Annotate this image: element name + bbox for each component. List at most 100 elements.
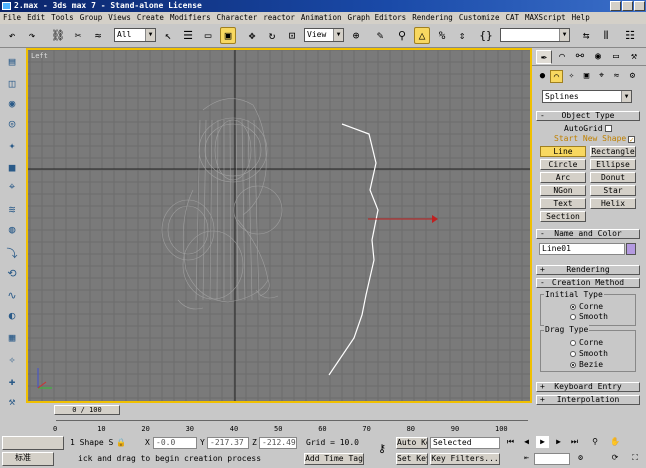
menu-group[interactable]: Group (77, 12, 106, 24)
light-icon[interactable]: ✦ (3, 136, 21, 154)
object-type-rollout[interactable]: - Object Type (536, 111, 640, 121)
helpers-icon[interactable]: ⌖ (595, 70, 608, 83)
close-button[interactable] (634, 1, 645, 11)
minimize-button[interactable] (610, 1, 621, 11)
object-type-rectangle-button[interactable]: Rectangle (590, 146, 636, 157)
angle-snap-icon[interactable]: △ (414, 27, 430, 44)
redo-icon[interactable]: ↷ (24, 27, 40, 44)
menu-rendering[interactable]: Rendering (409, 12, 456, 24)
z-coordinate-field[interactable]: -212.498 (259, 437, 297, 449)
ime-indicator[interactable]: 标准 (2, 452, 54, 466)
percent-snap-icon[interactable]: % (434, 27, 450, 44)
selected-dropdown[interactable]: Selected (430, 437, 500, 449)
maximize-viewport-icon[interactable]: ⛶ (626, 452, 644, 464)
reactor-icon[interactable]: ✚ (3, 372, 21, 390)
cylinder-icon[interactable]: ◎ (3, 114, 21, 132)
name-and-color-rollout[interactable]: - Name and Color (536, 229, 640, 239)
menu-customize[interactable]: Customize (456, 12, 503, 24)
pan-icon[interactable]: ✋ (606, 436, 624, 448)
utilities-tab-icon[interactable]: ⚒ (626, 50, 642, 64)
menu-cat[interactable]: CAT (502, 12, 522, 24)
key-mode-toggle-icon[interactable]: ⇤ (520, 452, 533, 464)
viewport-label[interactable]: Left (31, 52, 48, 60)
render-icon[interactable]: ▦ (3, 328, 21, 346)
box-icon[interactable]: ◫ (3, 74, 21, 92)
edit-named-selection-icon[interactable]: {} (478, 27, 494, 44)
modify-tab-icon[interactable]: ⌒ (554, 50, 570, 64)
menu-modifiers[interactable]: Modifiers (167, 12, 214, 24)
orbit-icon[interactable]: ⟳ (606, 452, 624, 464)
x-coordinate-field[interactable]: -0.0 (153, 437, 197, 449)
object-type-line-button[interactable]: Line (540, 146, 586, 157)
unlink-icon[interactable]: ✂ (70, 27, 86, 44)
previous-frame-icon[interactable]: ◀ (520, 436, 533, 448)
mirror-icon[interactable]: ⇆ (578, 27, 594, 44)
object-color-swatch[interactable] (626, 243, 636, 255)
object-type-ellipse-button[interactable]: Ellipse (590, 159, 636, 170)
play-icon[interactable]: ▶ (536, 436, 549, 448)
object-type-star-button[interactable]: Star (590, 185, 636, 196)
select-and-link-icon[interactable]: ⛓ (50, 27, 66, 44)
sphere-icon[interactable]: ◉ (3, 94, 21, 112)
shapes-icon[interactable]: ⌒ (550, 70, 563, 83)
select-and-rotate-icon[interactable]: ↻ (264, 27, 280, 44)
y-coordinate-field[interactable]: -217.37 (207, 437, 249, 449)
motion-tab-icon[interactable]: ◉ (590, 50, 606, 64)
menu-character[interactable]: Character (214, 12, 261, 24)
menu-graph-editors[interactable]: Graph Editors (344, 12, 409, 24)
systems-icon[interactable]: ⚙ (626, 70, 639, 83)
named-selection-dropdown[interactable]: ▼ (500, 28, 570, 42)
drag-corner-radio[interactable]: Corne (570, 338, 603, 347)
lock-selection-icon[interactable]: 🔒 (116, 436, 126, 448)
align-icon[interactable]: ⫴ (598, 27, 614, 44)
drag-bezier-radio[interactable]: Bezie (570, 360, 603, 369)
bind-space-warp-icon[interactable]: ≈ (90, 27, 106, 44)
track-bar[interactable]: 0 10 20 30 40 50 60 70 80 90 100 (26, 416, 532, 434)
menu-views[interactable]: Views (105, 12, 134, 24)
zoom-icon[interactable]: ⚲ (586, 436, 604, 448)
select-and-manipulate-icon[interactable]: ✎ (372, 27, 388, 44)
maximize-button[interactable] (622, 1, 633, 11)
selection-filter-dropdown[interactable]: All ▼ (114, 28, 156, 42)
geometry-icon[interactable]: ● (536, 70, 549, 83)
rectangular-selection-icon[interactable]: ▭ (200, 27, 216, 44)
menu-maxscript[interactable]: MAXScript (522, 12, 569, 24)
category-dropdown[interactable]: Splines ▼ (542, 90, 632, 103)
undo-icon[interactable]: ↶ (4, 27, 20, 44)
object-type-arc-button[interactable]: Arc (540, 172, 586, 183)
keyboard-entry-rollout[interactable]: + Keyboard Entry (536, 382, 640, 392)
material-icon[interactable]: ◐ (3, 306, 21, 324)
select-and-scale-icon[interactable]: ⊡ (284, 27, 300, 44)
create-tab-icon[interactable]: ✒ (536, 50, 552, 64)
autogrid-checkbox[interactable]: AutoGrid (564, 124, 612, 133)
initial-corner-radio[interactable]: Corne (570, 302, 603, 311)
plane-icon[interactable]: ▤ (3, 52, 21, 70)
rendering-rollout[interactable]: + Rendering (536, 265, 640, 275)
wrench-icon[interactable]: ⚒ (3, 392, 21, 410)
select-by-name-icon[interactable]: ☰ (180, 27, 196, 44)
object-type-ngon-button[interactable]: NGon (540, 185, 586, 196)
select-and-move-icon[interactable]: ✥ (244, 27, 260, 44)
twist-icon[interactable]: ⟲ (3, 264, 21, 282)
torus-icon[interactable]: ◍ (3, 220, 21, 238)
time-slider[interactable]: 0 / 100 (26, 404, 532, 416)
hierarchy-tab-icon[interactable]: ⚯ (572, 50, 588, 64)
interpolation-rollout[interactable]: + Interpolation (536, 395, 640, 405)
set-key-button[interactable]: Set Key (396, 453, 428, 465)
menu-reactor[interactable]: reactor (260, 12, 298, 24)
menu-create[interactable]: Create (134, 12, 167, 24)
goto-start-icon[interactable]: ⏮ (504, 436, 517, 448)
cameras-icon[interactable]: ▣ (580, 70, 593, 83)
window-crossing-icon[interactable]: ▣ (220, 27, 236, 44)
next-frame-icon[interactable]: ▶ (552, 436, 565, 448)
object-type-text-button[interactable]: Text (540, 198, 586, 209)
layer-manager-icon[interactable]: ☷ (622, 27, 638, 44)
reference-coord-dropdown[interactable]: View ▼ (304, 28, 344, 42)
time-slider-thumb[interactable]: 0 / 100 (54, 405, 120, 415)
lights-icon[interactable]: ✧ (565, 70, 578, 83)
bend-icon[interactable]: ⤵ (3, 244, 21, 262)
key-mode-icon[interactable]: ⚷ (372, 440, 392, 456)
initial-smooth-radio[interactable]: Smooth (570, 312, 608, 321)
menu-animation[interactable]: Animation (298, 12, 345, 24)
maxscript-listener-mini[interactable] (2, 436, 64, 450)
